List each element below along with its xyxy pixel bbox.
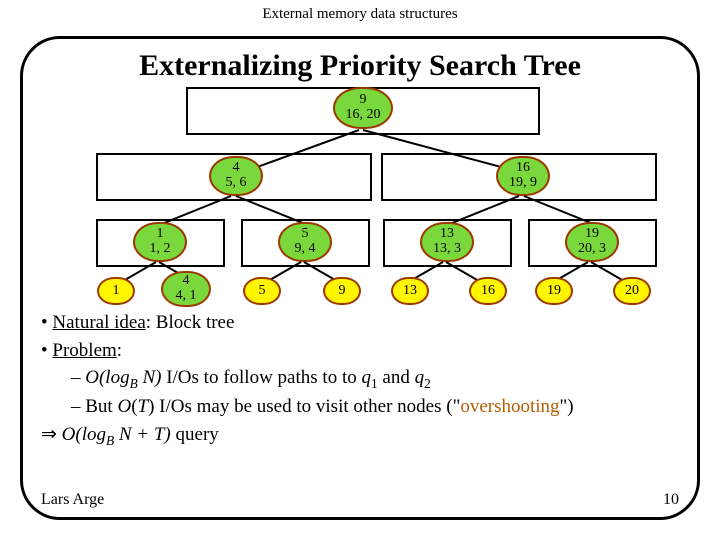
leaf-2: 5 — [243, 277, 281, 305]
node-l2-1: 1619, 9 — [496, 156, 550, 196]
node-l2-0: 45, 6 — [209, 156, 263, 196]
sub-1: – O(logB N) I/Os to follow paths to to q… — [41, 364, 679, 393]
leaf-7: 20 — [613, 277, 651, 305]
sub-2: – But O(T) I/Os may be used to visit oth… — [41, 393, 679, 421]
node-l3-2: 1313, 3 — [420, 222, 474, 262]
page-header: External memory data structures — [0, 0, 720, 23]
node-l3-0: 11, 2 — [133, 222, 187, 262]
footer-left: Lars Arge — [41, 491, 104, 509]
leaf-5: 16 — [469, 277, 507, 305]
footer-right: 10 — [663, 491, 679, 509]
leaf-3: 9 — [323, 277, 361, 305]
node-root: 916, 20 — [333, 87, 393, 129]
bullet-1: • Natural idea: Block tree — [41, 309, 679, 337]
leaf-0: 1 — [97, 277, 135, 305]
slide-frame: Externalizing Priority Search Tree 916, … — [20, 36, 700, 520]
bullet-2: • Problem: — [41, 337, 679, 365]
leaf-4: 13 — [391, 277, 429, 305]
leaf-1: 44, 1 — [161, 271, 211, 307]
leaf-6: 19 — [535, 277, 573, 305]
node-l3-3: 1920, 3 — [565, 222, 619, 262]
body-text: • Natural idea: Block tree • Problem: – … — [41, 309, 679, 450]
conclusion: ⇒ O(logB N + T) query — [41, 421, 679, 450]
tree-diagram: 916, 20 45, 6 1619, 9 11, 2 59, 4 1313, … — [41, 83, 679, 303]
node-l3-1: 59, 4 — [278, 222, 332, 262]
title: Externalizing Priority Search Tree — [41, 49, 679, 83]
